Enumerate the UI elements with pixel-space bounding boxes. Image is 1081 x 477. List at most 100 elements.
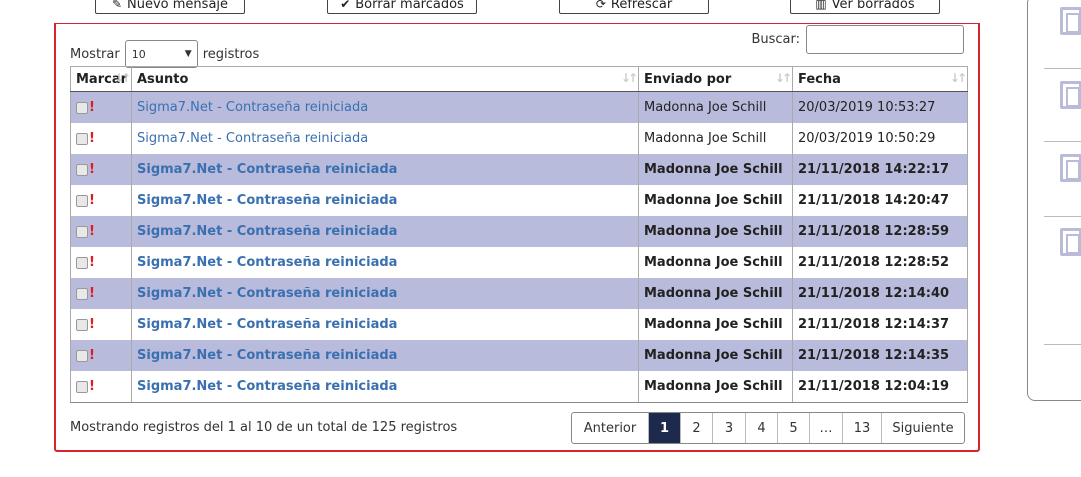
mark-checkbox[interactable] xyxy=(76,225,88,238)
mark-cell: ! xyxy=(70,185,132,216)
subject-link[interactable]: Sigma7.Net - Contraseña reiniciada xyxy=(137,131,368,146)
mark-cell: ! xyxy=(70,371,132,403)
important-flag-icon: ! xyxy=(89,131,95,146)
date-cell: 21/11/2018 14:20:47 xyxy=(792,185,968,216)
table-row[interactable]: ! Sigma7.Net - Contraseña reiniciada Madon… xyxy=(70,123,968,154)
mark-checkbox[interactable] xyxy=(76,318,88,331)
sender-cell: Madonna Joe Schill xyxy=(638,185,793,216)
mark-cell: ! xyxy=(70,309,132,340)
sender-cell: Madonna Joe Schill xyxy=(638,309,793,340)
page-button-2[interactable]: 2 xyxy=(680,413,712,443)
messages-panel: Mostrar 10 ▼ registros Buscar: Marcar ↓↑ … xyxy=(54,23,980,452)
new-message-button[interactable]: ✎ Nuevo mensaje xyxy=(95,0,245,14)
page-length-control: Mostrar 10 ▼ registros xyxy=(70,40,259,68)
subject-link[interactable]: Sigma7.Net - Contraseña reiniciada xyxy=(137,255,397,270)
mark-cell: ! xyxy=(70,123,132,154)
refresh-button[interactable]: ⟳ Refrescar xyxy=(559,0,709,14)
subject-link[interactable]: Sigma7.Net - Contraseña reiniciada xyxy=(137,286,397,301)
copy-icon[interactable] xyxy=(1060,154,1081,182)
page-button-13[interactable]: 13 xyxy=(842,413,881,443)
table-row[interactable]: ! Sigma7.Net - Contraseña reiniciada Madon… xyxy=(70,309,968,340)
sort-icon: ↓↑ xyxy=(774,71,792,85)
subject-cell: Sigma7.Net - Contraseña reiniciada xyxy=(131,278,639,309)
subject-cell: Sigma7.Net - Contraseña reiniciada xyxy=(131,309,639,340)
divider xyxy=(1044,344,1081,345)
table-row[interactable]: ! Sigma7.Net - Contraseña reiniciada Madon… xyxy=(70,371,968,403)
view-deleted-button[interactable]: ▥ Ver borrados xyxy=(790,0,940,14)
subject-link[interactable]: Sigma7.Net - Contraseña reiniciada xyxy=(137,348,397,363)
table-row[interactable]: ! Sigma7.Net - Contraseña reiniciada Madon… xyxy=(70,185,968,216)
table-header-row: Marcar ↓↑ Asunto ↓↑ Enviado por ↓↑ Fecha ↓↑ xyxy=(70,66,968,92)
subject-link[interactable]: Sigma7.Net - Contraseña reiniciada xyxy=(137,162,397,177)
column-header-mark[interactable]: Marcar ↓↑ xyxy=(70,66,132,92)
important-flag-icon: ! xyxy=(89,317,95,332)
subject-cell: Sigma7.Net - Contraseña reiniciada xyxy=(131,216,639,247)
mark-checkbox[interactable] xyxy=(76,380,88,393)
mark-cell: ! xyxy=(70,278,132,309)
table-row[interactable]: ! Sigma7.Net - Contraseña reiniciada Madon… xyxy=(70,340,968,371)
subject-link[interactable]: Sigma7.Net - Contraseña reiniciada xyxy=(137,224,397,239)
subject-cell: Sigma7.Net - Contraseña reiniciada xyxy=(131,185,639,216)
important-flag-icon: ! xyxy=(89,162,95,177)
page-button-1[interactable]: 1 xyxy=(648,413,680,443)
pencil-icon: ✎ xyxy=(111,0,123,11)
important-flag-icon: ! xyxy=(89,100,95,115)
column-header-date[interactable]: Fecha ↓↑ xyxy=(792,66,968,92)
trash-icon: ▥ xyxy=(815,0,827,11)
mark-checkbox[interactable] xyxy=(76,132,88,145)
page-length-value: 10 xyxy=(131,48,146,61)
mark-checkbox[interactable] xyxy=(76,101,88,114)
subject-cell: Sigma7.Net - Contraseña reiniciada xyxy=(131,123,639,154)
delete-marked-button[interactable]: ✔ Borrar marcados xyxy=(327,0,477,14)
page-button-4[interactable]: 4 xyxy=(745,413,777,443)
view-deleted-label: Ver borrados xyxy=(831,0,915,12)
important-flag-icon: ! xyxy=(89,379,95,394)
search-input[interactable] xyxy=(806,25,964,54)
next-page-button[interactable]: Siguiente xyxy=(881,413,964,443)
table-info: Mostrando registros del 1 al 10 de un to… xyxy=(70,420,458,435)
mark-checkbox[interactable] xyxy=(76,194,88,207)
mark-checkbox[interactable] xyxy=(76,163,88,176)
page-length-select[interactable]: 10 ▼ xyxy=(124,40,198,68)
copy-icon[interactable] xyxy=(1060,81,1081,109)
sender-cell: Madonna Joe Schill xyxy=(638,371,793,403)
subject-cell: Sigma7.Net - Contraseña reiniciada xyxy=(131,91,639,123)
mark-checkbox[interactable] xyxy=(76,287,88,300)
previous-page-button[interactable]: Anterior xyxy=(572,413,648,443)
page-button-3[interactable]: 3 xyxy=(712,413,745,443)
mark-cell: ! xyxy=(70,91,132,123)
date-cell: 21/11/2018 12:14:35 xyxy=(792,340,968,371)
subject-link[interactable]: Sigma7.Net - Contraseña reiniciada xyxy=(137,193,397,208)
pagination: Anterior 1 2 3 4 5 … 13 Siguiente xyxy=(571,412,965,444)
mark-checkbox[interactable] xyxy=(76,256,88,269)
table-row[interactable]: ! Sigma7.Net - Contraseña reiniciada Madon… xyxy=(70,278,968,309)
important-flag-icon: ! xyxy=(89,286,95,301)
subject-link[interactable]: Sigma7.Net - Contraseña reiniciada xyxy=(137,100,368,115)
table-row[interactable]: ! Sigma7.Net - Contraseña reiniciada Madon… xyxy=(70,247,968,278)
check-icon: ✔ xyxy=(340,0,351,11)
subject-cell: Sigma7.Net - Contraseña reiniciada xyxy=(131,154,639,185)
date-cell: 21/11/2018 14:22:17 xyxy=(792,154,968,185)
divider xyxy=(1044,216,1081,217)
page-button-5: 5 xyxy=(777,413,809,443)
messages-table: Marcar ↓↑ Asunto ↓↑ Enviado por ↓↑ Fecha ↓↑ … xyxy=(70,66,968,403)
date-cell: 21/11/2018 12:14:40 xyxy=(792,278,968,309)
table-row[interactable]: ! Sigma7.Net - Contraseña reiniciada Madon… xyxy=(70,91,968,123)
important-flag-icon: ! xyxy=(89,193,95,208)
column-header-sender[interactable]: Enviado por ↓↑ xyxy=(638,66,793,92)
subject-cell: Sigma7.Net - Contraseña reiniciada xyxy=(131,340,639,371)
sender-cell: Madonna Joe Schill xyxy=(638,278,793,309)
search-label: Buscar: xyxy=(751,32,800,47)
table-row[interactable]: ! Sigma7.Net - Contraseña reiniciada Madon… xyxy=(70,154,968,185)
table-row[interactable]: ! Sigma7.Net - Contraseña reiniciada Madon… xyxy=(70,216,968,247)
subject-link[interactable]: Sigma7.Net - Contraseña reiniciada xyxy=(137,317,397,332)
mark-checkbox[interactable] xyxy=(76,349,88,362)
column-header-subject[interactable]: Asunto ↓↑ xyxy=(131,66,639,92)
copy-icon[interactable] xyxy=(1060,7,1081,35)
copy-icon[interactable] xyxy=(1060,228,1081,256)
sender-cell: Madonna Joe Schill xyxy=(638,154,793,185)
sender-cell: Madonna Joe Schill xyxy=(638,216,793,247)
subject-link[interactable]: Sigma7.Net - Contraseña reiniciada xyxy=(137,379,397,394)
subject-cell: Sigma7.Net - Contraseña reiniciada xyxy=(131,247,639,278)
side-panel xyxy=(1027,0,1081,401)
